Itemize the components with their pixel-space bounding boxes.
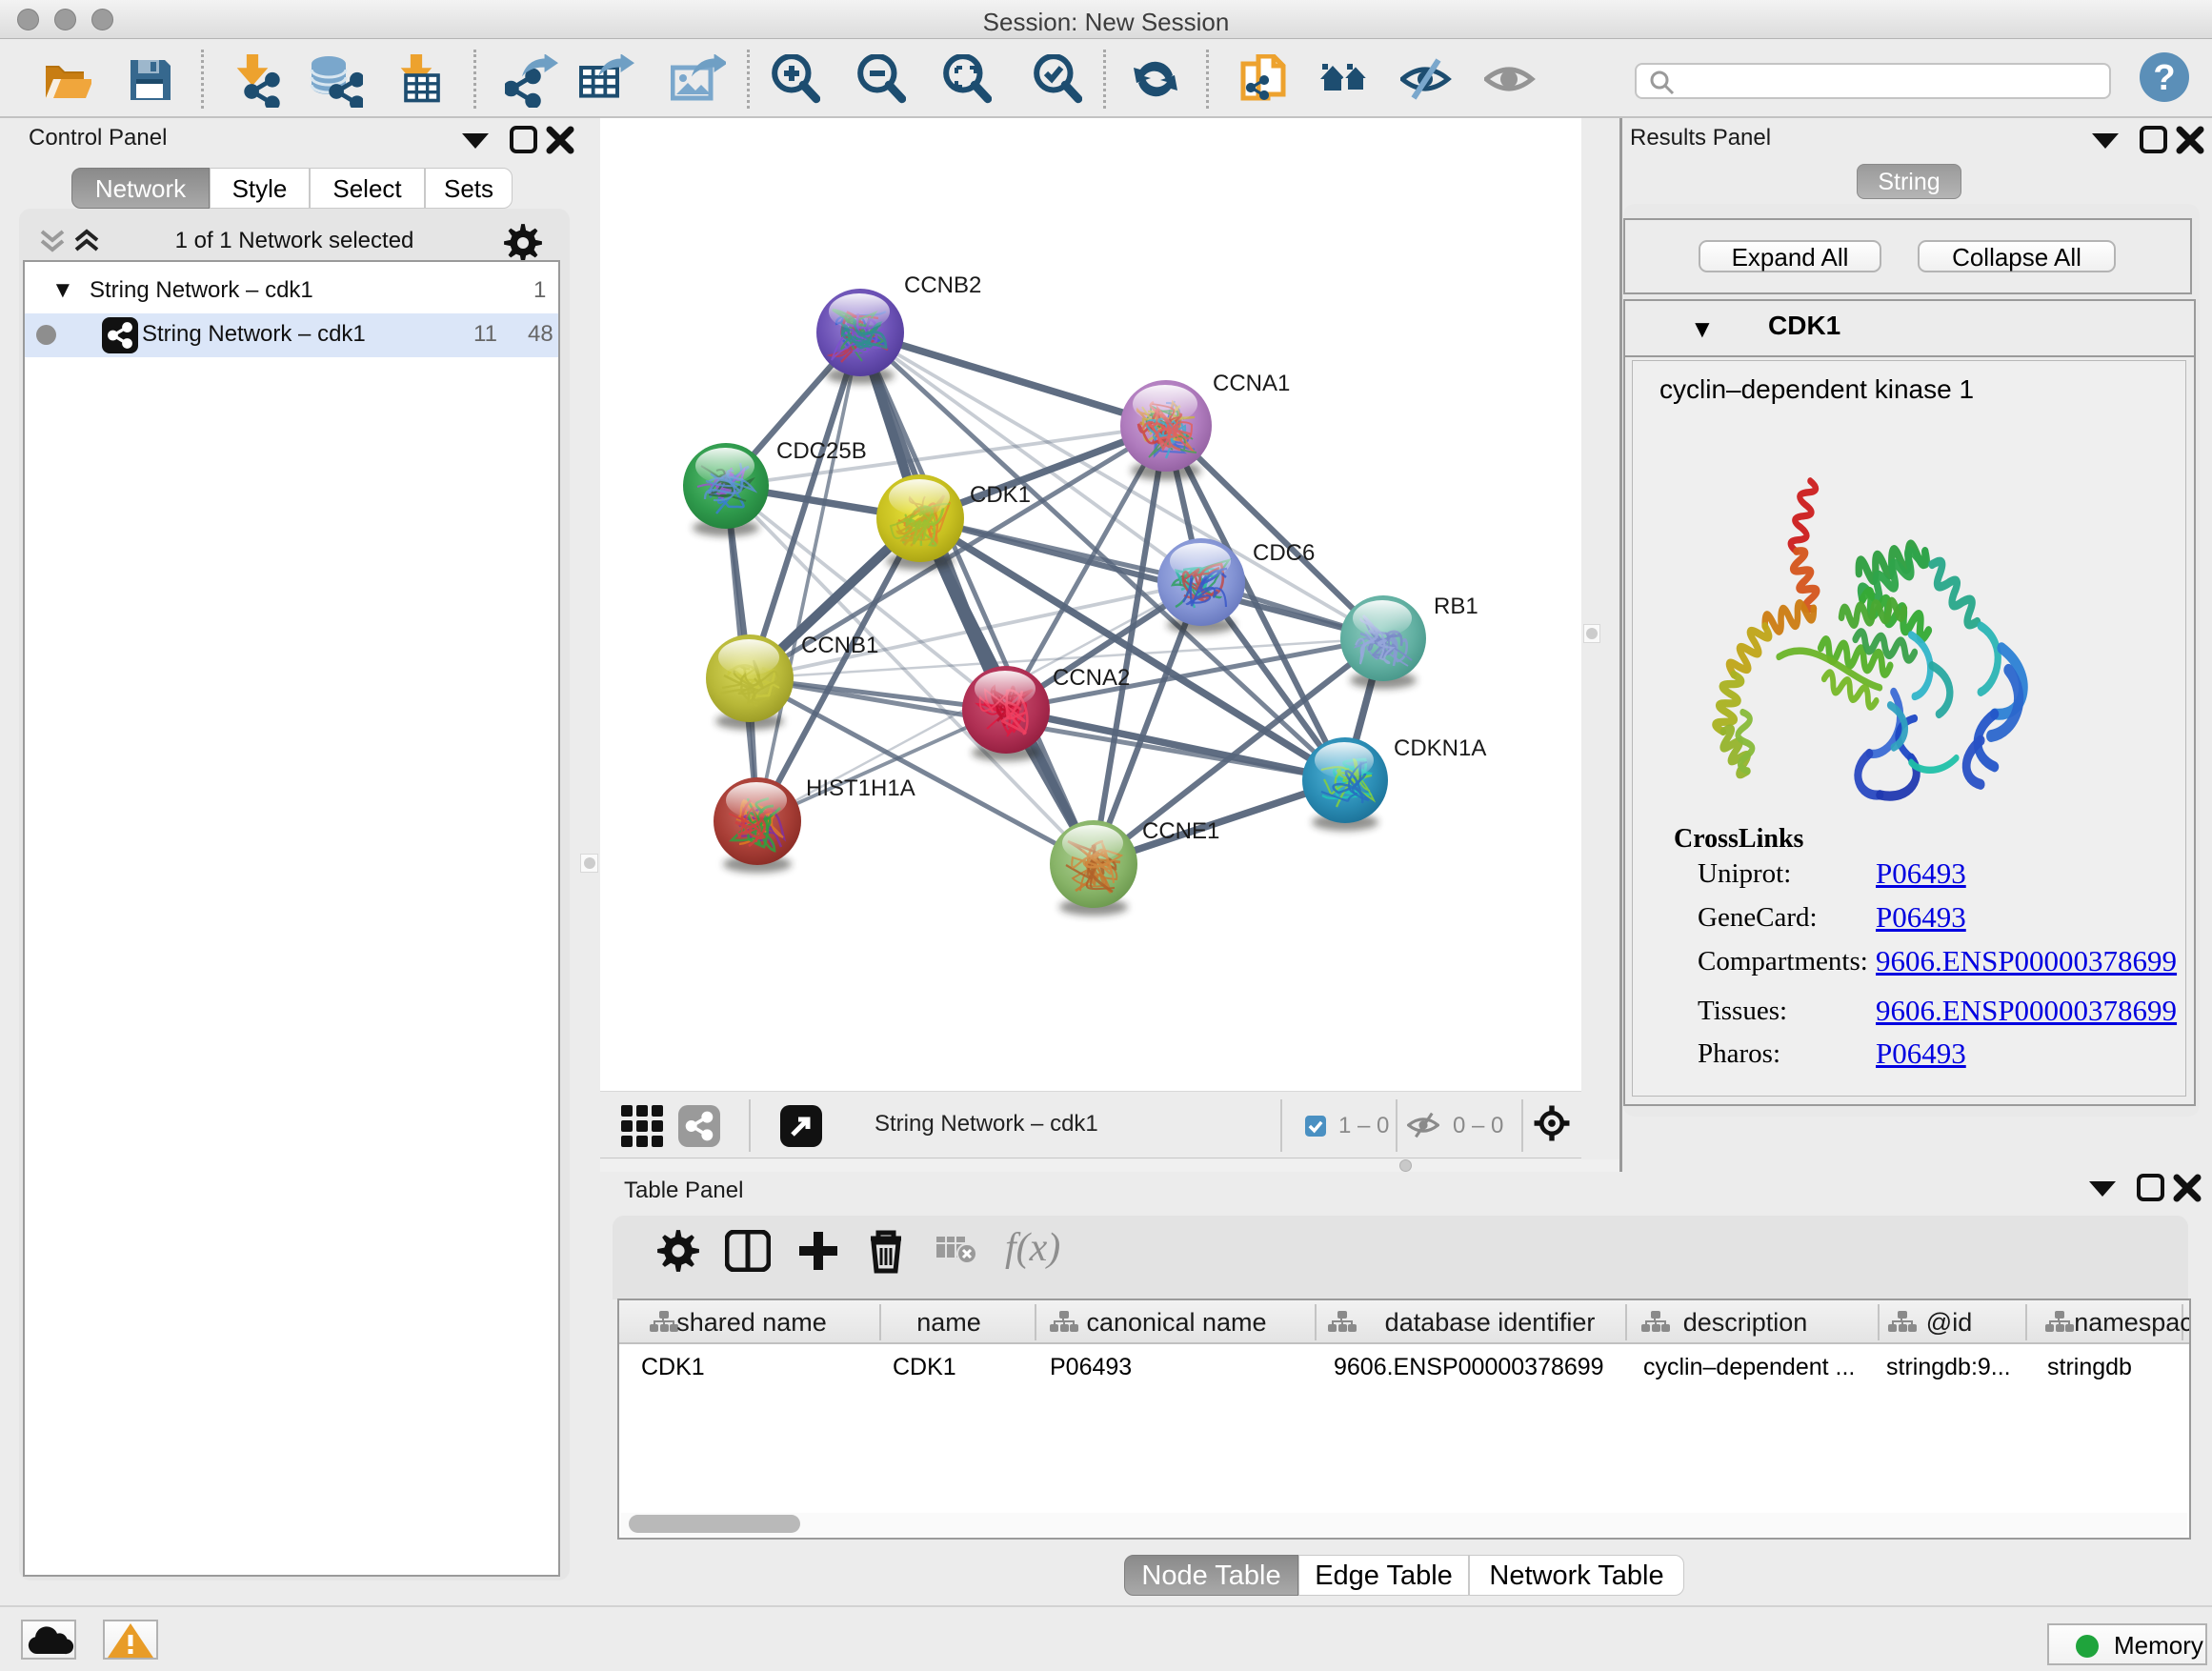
svg-text:CDKN1A: CDKN1A <box>1394 735 1486 761</box>
svg-text:CDC25B: CDC25B <box>776 438 867 464</box>
svg-text:CCNB1: CCNB1 <box>801 633 878 658</box>
svg-text:CCNE1: CCNE1 <box>1142 818 1219 844</box>
svg-text:CDC6: CDC6 <box>1253 540 1315 566</box>
svg-text:HIST1H1A: HIST1H1A <box>806 775 915 801</box>
svg-text:?: ? <box>2153 58 2175 98</box>
svg-text:CDK1: CDK1 <box>970 482 1031 508</box>
svg-text:RB1: RB1 <box>1434 594 1478 619</box>
svg-text:CCNA1: CCNA1 <box>1213 371 1290 396</box>
svg-text:CCNB2: CCNB2 <box>904 272 981 298</box>
svg-text:CCNA2: CCNA2 <box>1053 665 1130 691</box>
